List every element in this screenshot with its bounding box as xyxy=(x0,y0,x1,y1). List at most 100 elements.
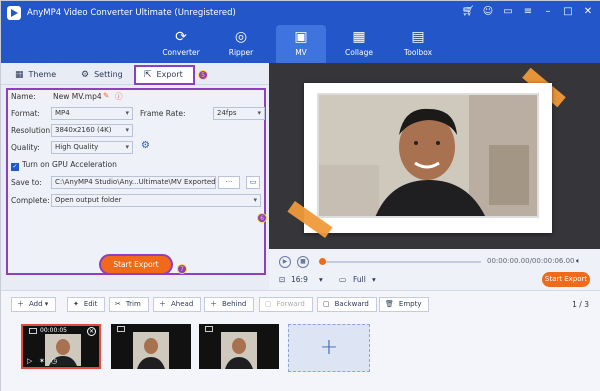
close-icon[interactable]: ✕ xyxy=(581,5,595,19)
resolution-select[interactable]: 3840x2160 (4K) xyxy=(51,124,133,137)
framerate-label: Frame Rate: xyxy=(140,109,186,118)
gear-icon: ⚙ xyxy=(81,70,90,80)
backward-button[interactable]: ▢ Backward xyxy=(317,297,377,312)
clip-thumbnail[interactable] xyxy=(199,324,279,369)
zoom-select[interactable]: Full xyxy=(353,275,366,284)
plus-icon: ＋ xyxy=(17,300,24,308)
open-folder-icon[interactable]: ▭ xyxy=(246,176,260,189)
start-export-button[interactable]: Start Export xyxy=(101,256,171,273)
play-icon[interactable]: ▷ xyxy=(27,357,32,365)
export-settings-panel: Name: New MV.mp4 ✎ ⓘ Format: MP4 Frame R… xyxy=(6,88,266,275)
volume-icon[interactable]: 🔈︎ xyxy=(576,256,581,266)
clip-thumbnail[interactable]: 00:00:05 ✕ ▷ ✶ ◷ xyxy=(21,324,101,369)
sub-tabs: ▦ Theme ⚙ Setting ⇱ Export 5 xyxy=(1,63,269,85)
step-badge: 7 xyxy=(177,264,187,274)
app-title: AnyMP4 Video Converter Ultimate (Unregis… xyxy=(27,8,236,18)
info-icon[interactable]: ⓘ xyxy=(115,91,123,102)
preview-start-export-button[interactable]: Start Export xyxy=(542,272,590,287)
window-controls: 🛒︎ ☺ ▭ ≡ – □ ✕ xyxy=(461,5,595,19)
clock-icon[interactable]: ◷ xyxy=(51,357,57,365)
aspect-ratio-select[interactable]: 16:9 xyxy=(291,275,308,284)
saveto-path[interactable]: C:\AnyMP4 Studio\Any...Ultimate\MV Expor… xyxy=(51,176,216,189)
clip-type-icon xyxy=(117,326,125,332)
clip-duration: 00:00:05 xyxy=(40,327,67,334)
subtab-theme[interactable]: ▦ Theme xyxy=(15,67,56,83)
ahead-icon: ＋ xyxy=(159,300,166,308)
quality-settings-gear-icon[interactable]: ⚙ xyxy=(141,140,150,151)
user-icon[interactable]: ☺ xyxy=(481,5,495,19)
aspect-ratio-icon: ⊡ xyxy=(279,275,286,284)
name-value[interactable]: New MV.mp4 xyxy=(53,92,102,101)
subtab-setting[interactable]: ⚙ Setting xyxy=(81,67,123,83)
collage-icon: ▦ xyxy=(352,29,366,45)
chat-icon[interactable]: ▭ xyxy=(501,5,515,19)
timeline-toolbar: ＋ Add ▾ ✦ Edit ✂ Trim ＋ Ahead ＋ Behind ▢ Forwa… xyxy=(1,290,600,316)
photo-frame xyxy=(304,83,552,233)
quality-select[interactable]: High Quality xyxy=(51,141,133,154)
backward-icon: ▢ xyxy=(323,300,330,308)
forward-icon: ▢ xyxy=(265,300,272,308)
behind-button[interactable]: ＋ Behind xyxy=(204,297,255,312)
ripper-icon: ◎ xyxy=(234,29,248,45)
format-label: Format: xyxy=(11,109,40,118)
format-select[interactable]: MP4 xyxy=(51,107,133,120)
edit-button[interactable]: ✦ Edit xyxy=(67,297,106,312)
name-label: Name: xyxy=(11,92,36,101)
remove-clip-icon[interactable]: ✕ xyxy=(87,327,96,336)
minimize-icon[interactable]: – xyxy=(541,5,555,19)
framerate-select[interactable]: 24fps xyxy=(213,107,265,120)
seek-track[interactable] xyxy=(321,261,481,263)
app-window: AnyMP4 Video Converter Ultimate (Unregis… xyxy=(0,0,600,391)
ahead-button[interactable]: ＋ Ahead xyxy=(153,297,202,312)
zoom-icon: ▭ xyxy=(339,275,347,284)
tab-collage[interactable]: ▦ Collage xyxy=(334,25,384,63)
theme-icon: ▦ xyxy=(15,70,24,80)
chevron-down-icon[interactable]: ▾ xyxy=(319,275,323,284)
page-indicator: 1 / 3 xyxy=(572,300,589,309)
scissors-icon: ✂ xyxy=(115,300,121,308)
forward-button[interactable]: ▢ Forward xyxy=(259,297,313,312)
subtab-export[interactable]: ⇱ Export xyxy=(134,65,195,85)
complete-label: Complete: xyxy=(11,196,50,205)
maximize-icon[interactable]: □ xyxy=(561,5,575,19)
video-preview xyxy=(269,63,600,249)
converter-icon: ⟳ xyxy=(175,29,187,45)
gpu-checkbox[interactable]: ✓ xyxy=(11,163,19,171)
trash-icon: 🗑︎ xyxy=(385,300,394,308)
main-tabs: ⟳ Converter ◎ Ripper ▣ MV ▦ Collage ▤ To… xyxy=(1,25,600,63)
add-button[interactable]: ＋ Add ▾ xyxy=(11,297,57,312)
app-logo-icon xyxy=(7,6,21,20)
tab-converter[interactable]: ⟳ Converter xyxy=(156,25,206,63)
title-bar: AnyMP4 Video Converter Ultimate (Unregis… xyxy=(1,1,600,25)
browse-button[interactable]: ··· xyxy=(218,176,240,189)
plus-icon: + xyxy=(319,335,339,360)
effect-icon[interactable]: ✶ xyxy=(39,357,45,365)
play-icon[interactable]: ▶ xyxy=(279,256,291,268)
mv-icon: ▣ xyxy=(294,29,308,45)
cart-icon[interactable]: 🛒︎ xyxy=(461,5,475,19)
clip-thumbnail[interactable] xyxy=(111,324,191,369)
tab-ripper[interactable]: ◎ Ripper xyxy=(216,25,266,63)
timecode: 00:00:00.00/00:00:06.00 xyxy=(487,257,575,265)
stop-icon[interactable]: ■ xyxy=(297,256,309,268)
clip-type-icon xyxy=(29,328,37,334)
tab-toolbox[interactable]: ▤ Toolbox xyxy=(393,25,443,63)
gpu-toggle[interactable]: ✓ Turn on GPU Acceleration xyxy=(11,160,117,171)
menu-icon[interactable]: ≡ xyxy=(521,5,535,19)
toolbox-icon: ▤ xyxy=(411,29,425,45)
seek-handle[interactable] xyxy=(319,258,326,265)
trim-button[interactable]: ✂ Trim xyxy=(109,297,149,312)
saveto-label: Save to: xyxy=(11,178,42,187)
edit-icon: ✦ xyxy=(73,300,79,308)
clip-strip: 00:00:05 ✕ ▷ ✶ ◷ + xyxy=(1,316,600,391)
person-photo-image xyxy=(319,95,537,216)
step-badge: 6 xyxy=(257,213,267,223)
add-clip-button[interactable]: + xyxy=(288,324,370,372)
tab-mv[interactable]: ▣ MV xyxy=(276,25,326,63)
resolution-label: Resolution: xyxy=(11,126,53,135)
step-badge: 5 xyxy=(198,70,208,80)
chevron-down-icon[interactable]: ▾ xyxy=(372,275,376,284)
edit-name-icon[interactable]: ✎ xyxy=(103,91,109,100)
empty-button[interactable]: 🗑︎ Empty xyxy=(379,297,430,312)
complete-select[interactable]: Open output folder xyxy=(51,194,261,207)
